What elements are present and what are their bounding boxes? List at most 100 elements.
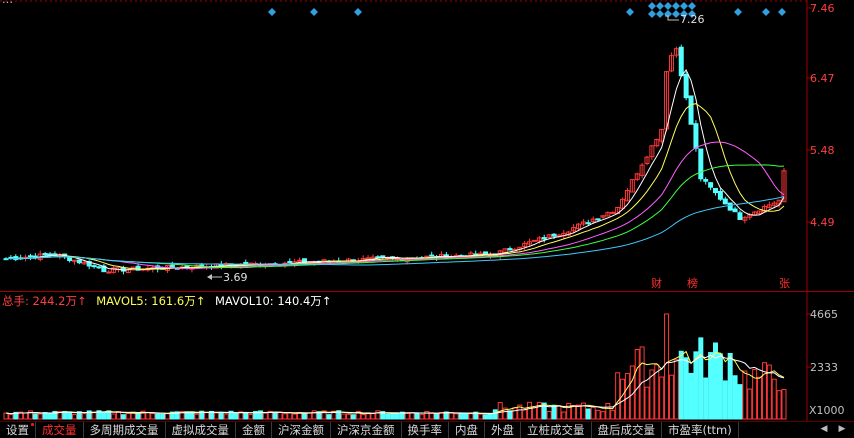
volume-ma-10 [5, 354, 785, 415]
stock-chart[interactable]: 7.46 6.47 5.48 4.49 4665 2333 X1000 … 7.… [0, 0, 854, 437]
volume-bar [42, 412, 48, 420]
event-marker-icon[interactable] [626, 8, 634, 16]
high-price-label: 7.26 [680, 13, 705, 26]
tab-11[interactable]: 盘后成交量 [592, 422, 662, 438]
tab-2[interactable]: 多周期成交量 [84, 422, 166, 438]
volume-bar [468, 413, 474, 420]
event-marker-icon[interactable] [672, 2, 680, 10]
volume-bar [551, 404, 557, 420]
tab-9[interactable]: 外盘 [485, 422, 521, 438]
volume-bar [194, 413, 200, 420]
candle [111, 266, 117, 274]
candle-body [429, 254, 435, 257]
candle [727, 202, 733, 211]
tab-7[interactable]: 换手率 [402, 422, 449, 438]
volume-label-max: 4665 [810, 308, 838, 321]
event-marker-icon[interactable] [778, 8, 786, 16]
marker-limit-up[interactable]: 张 [779, 277, 790, 290]
mavol5-label: MAVOL5: 161.6万↑ [96, 294, 205, 308]
candle [429, 251, 435, 257]
event-marker-icon[interactable] [656, 2, 664, 10]
event-marker-icon[interactable] [680, 2, 688, 10]
event-marker-icon[interactable] [648, 2, 656, 10]
tab-3[interactable]: 虚拟成交量 [166, 422, 236, 438]
scroll-right-button[interactable]: ▶ [836, 423, 848, 435]
volume-bar [453, 413, 459, 420]
volume-bar [385, 413, 391, 420]
tab-1[interactable]: 成交量 [36, 422, 84, 438]
volume-bar [125, 412, 131, 420]
volume-bar [492, 409, 498, 420]
volume-bar [575, 404, 581, 420]
candle-body [698, 148, 704, 180]
candle [507, 246, 513, 251]
candle-body [42, 253, 48, 256]
volume-bar [683, 357, 689, 420]
event-marker-icon[interactable] [648, 10, 656, 18]
tab-10[interactable]: 立桩成交量 [521, 422, 592, 438]
marker-ranking[interactable]: 榜 [687, 276, 698, 290]
volume-bars [3, 313, 787, 420]
candle [13, 254, 19, 262]
candle [629, 179, 635, 193]
volume-bar [213, 412, 219, 420]
volume-bar [111, 413, 117, 420]
candle [717, 188, 723, 201]
window-title-fragment: … [2, 0, 13, 6]
event-marker-icon[interactable] [688, 2, 696, 10]
candle [722, 196, 728, 205]
event-marker-row[interactable] [268, 2, 786, 18]
event-marker-icon[interactable] [664, 2, 672, 10]
candle [37, 250, 43, 262]
volume-bar [698, 337, 704, 420]
scroll-left-button[interactable]: ◀ [818, 423, 830, 435]
event-marker-icon[interactable] [656, 10, 664, 18]
candle-body [610, 211, 616, 214]
event-marker-icon[interactable] [762, 8, 770, 16]
candle [18, 254, 24, 261]
volume-bar [360, 414, 366, 420]
candle-body [585, 222, 591, 225]
event-marker-icon[interactable] [354, 8, 362, 16]
tab-8[interactable]: 内盘 [449, 422, 485, 438]
marker-financial[interactable]: 财 [651, 276, 662, 290]
volume-bar [659, 376, 665, 420]
volume-bar [218, 411, 224, 420]
volume-bar [390, 412, 396, 420]
event-marker-icon[interactable] [310, 8, 318, 16]
volume-bar [688, 372, 694, 420]
volume-bar [72, 413, 78, 420]
volume-bar [346, 413, 352, 420]
volume-bar [262, 412, 268, 420]
volume-bar [301, 412, 307, 420]
tab-12[interactable]: 市盈率(ttm) [662, 422, 739, 438]
volume-bar [150, 413, 156, 420]
event-marker-icon[interactable] [268, 8, 276, 16]
volume-bar [546, 410, 552, 420]
tab-5[interactable]: 沪深金额 [272, 422, 331, 438]
volume-bar [448, 412, 454, 420]
candle [610, 211, 616, 215]
tab-4[interactable]: 金额 [236, 422, 272, 438]
volume-bar [458, 413, 464, 420]
volume-bar [350, 414, 356, 420]
volume-bar [3, 412, 9, 420]
volume-bar [605, 403, 611, 420]
volume-bar [370, 413, 376, 420]
event-marker-icon[interactable] [734, 8, 742, 16]
volume-bar [585, 408, 591, 420]
candle [67, 257, 73, 263]
candle [634, 172, 640, 182]
volume-bar [272, 412, 278, 420]
event-marker-icon[interactable] [672, 10, 680, 18]
candle [531, 239, 537, 242]
volume-bar [776, 390, 782, 420]
candle [698, 148, 704, 182]
indicator-tab-bar: 设置 成交量 多周期成交量 虚拟成交量 金额 沪深金额 沪深京金额 换手率 内盘 外盘 立桩成交量盘… [0, 421, 854, 438]
tab-6[interactable]: 沪深京金额 [331, 422, 402, 438]
candle-body [531, 239, 537, 242]
tab-0[interactable]: 设置 [0, 422, 36, 438]
volume-bar [703, 377, 709, 420]
volume-bar [781, 389, 787, 420]
volume-total-label: 总手: 244.2万↑ [2, 294, 87, 308]
